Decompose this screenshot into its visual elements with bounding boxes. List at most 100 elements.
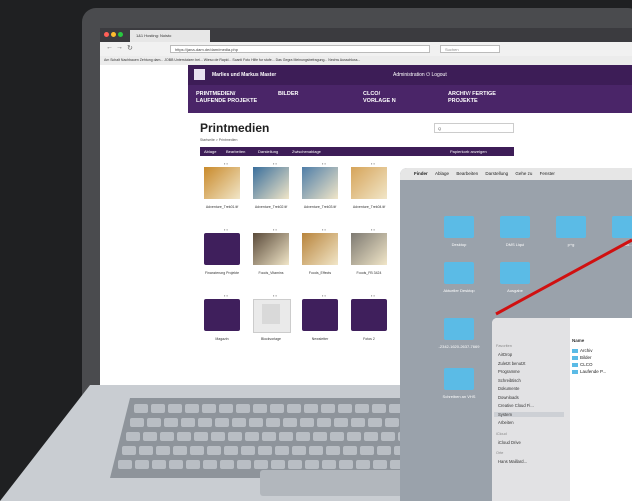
key	[181, 418, 195, 427]
browser-search-input[interactable]: Suchen	[440, 45, 500, 53]
key	[279, 432, 293, 441]
key	[262, 432, 276, 441]
nav-archiv[interactable]: ARCHIV/ FERTIGE PROJEKTE	[448, 91, 496, 105]
url-input[interactable]: https://jana-dam.de/dam/media.php	[170, 45, 430, 53]
key	[377, 446, 391, 455]
tile-caption: Newsletter	[311, 337, 329, 341]
key	[198, 418, 212, 427]
media-tile[interactable]: ▪ ▪ Adventure_Trek02.tif	[251, 161, 291, 215]
key	[309, 446, 323, 455]
key	[245, 432, 259, 441]
key	[151, 404, 165, 413]
tile-actions-icon[interactable]: ▪ ▪	[224, 227, 228, 232]
key	[317, 418, 331, 427]
toolbar-trash-toggle[interactable]: Papierkorb anzeigen	[450, 147, 487, 156]
toolbar-darstellung[interactable]: Darstellung	[258, 147, 278, 156]
key	[220, 460, 234, 469]
tile-caption: Adventure_Trek04.tif	[352, 205, 386, 209]
key	[207, 446, 221, 455]
key	[236, 404, 250, 413]
tile-actions-icon[interactable]: ▪ ▪	[322, 293, 326, 298]
forward-arrow-icon[interactable]: →	[116, 44, 123, 51]
bookmarks-bar[interactable]: Am Schalt Nachbauen Zehtung dam... JOBB …	[100, 56, 632, 65]
key	[326, 446, 340, 455]
close-icon[interactable]	[104, 32, 109, 37]
tile-caption: Adventure_Trek03.tif	[303, 205, 337, 209]
url-bar-row: ← → ↻ https://jana-dam.de/dam/media.php …	[100, 42, 632, 57]
key	[385, 418, 399, 427]
media-tile[interactable]: ▪ ▪ Foods_Effects	[300, 227, 340, 281]
media-tile[interactable]: ▪ ▪ Adventure_Trek01.tif	[202, 161, 242, 215]
key	[287, 404, 301, 413]
key	[177, 432, 191, 441]
tile-actions-icon[interactable]: ▪ ▪	[322, 227, 326, 232]
tile-actions-icon[interactable]: ▪ ▪	[273, 293, 277, 298]
back-arrow-icon[interactable]: ←	[106, 44, 113, 51]
toolbar-bearbeiten[interactable]: Bearbeiten	[226, 147, 245, 156]
header-right: Administration ⏻ Logout	[393, 72, 447, 78]
key	[351, 418, 365, 427]
tile-caption: Adventure_Trek02.tif	[254, 205, 288, 209]
tile-actions-icon[interactable]: ▪ ▪	[371, 161, 375, 166]
key	[343, 446, 357, 455]
key	[211, 432, 225, 441]
key	[364, 432, 378, 441]
tile-caption: Foods_FB 3424	[356, 271, 382, 275]
media-tile[interactable]: ▪ ▪ Finanzierung Projekte	[202, 227, 242, 281]
toolbar-zwischenablage[interactable]: Zwischenablage	[292, 147, 321, 156]
tile-caption: Adventure_Trek01.tif	[205, 205, 239, 209]
media-tile[interactable]: ▪ ▪ Foods_FB 3424	[349, 227, 389, 281]
tile-actions-icon[interactable]: ▪ ▪	[273, 227, 277, 232]
key	[215, 418, 229, 427]
key	[356, 460, 370, 469]
key	[241, 446, 255, 455]
media-tile[interactable]: ▪ ▪ Fotos 2	[349, 293, 389, 347]
admin-link[interactable]: Administration	[393, 72, 425, 78]
folder-icon	[351, 299, 387, 331]
media-tile[interactable]: ▪ ▪ Magazin	[202, 293, 242, 347]
main-nav: PRINTMEDIEN/ LAUFENDE PROJEKTE BILDER CL…	[188, 85, 632, 113]
maximize-icon[interactable]	[118, 32, 123, 37]
tile-actions-icon[interactable]: ▪ ▪	[322, 161, 326, 166]
image-thumbnail	[302, 233, 338, 265]
nav-bilder[interactable]: BILDER	[278, 91, 298, 98]
nav-printmedien[interactable]: PRINTMEDIEN/ LAUFENDE PROJEKTE	[196, 91, 257, 105]
media-tile[interactable]: ▪ ▪ Adventure_Trek04.tif	[349, 161, 389, 215]
breadcrumb[interactable]: Startseite > Printmedien	[200, 138, 237, 142]
key	[347, 432, 361, 441]
key	[373, 460, 387, 469]
key	[266, 418, 280, 427]
key	[313, 432, 327, 441]
media-tile[interactable]: ▪ ▪ Newsletter	[300, 293, 340, 347]
tile-actions-icon[interactable]: ▪ ▪	[224, 293, 228, 298]
tile-actions-icon[interactable]: ▪ ▪	[273, 161, 277, 166]
tile-actions-icon[interactable]: ▪ ▪	[224, 161, 228, 166]
browser-tab[interactable]: 1&1 Hosting: Noisto	[130, 30, 210, 42]
key	[139, 446, 153, 455]
key	[169, 460, 183, 469]
tile-caption: Fotos 2	[363, 337, 375, 341]
media-tile[interactable]: ▪ ▪ Foods_Vitamins	[251, 227, 291, 281]
media-tile[interactable]: ▪ ▪ Adventure_Trek03.tif	[300, 161, 340, 215]
key	[228, 432, 242, 441]
tile-actions-icon[interactable]: ▪ ▪	[371, 293, 375, 298]
document-thumbnail	[253, 299, 291, 333]
reload-icon[interactable]: ↻	[127, 44, 133, 52]
user-name: Marlies und Markus Master	[212, 72, 277, 78]
key	[271, 460, 285, 469]
minimize-icon[interactable]	[111, 32, 116, 37]
key	[118, 460, 132, 469]
page-search-input[interactable]: Q	[434, 123, 514, 133]
key	[135, 460, 149, 469]
toolbar-ablage[interactable]: Ablage	[204, 147, 216, 156]
document-page	[262, 304, 280, 324]
tile-actions-icon[interactable]: ▪ ▪	[371, 227, 375, 232]
site-logo[interactable]	[194, 69, 205, 80]
key	[194, 432, 208, 441]
key	[185, 404, 199, 413]
nav-clco[interactable]: CLCO/ VORLAGE N	[363, 91, 396, 105]
logout-link[interactable]: Logout	[431, 72, 446, 78]
key	[122, 446, 136, 455]
media-tile[interactable]: ▪ ▪ Blockvorlage	[251, 293, 291, 347]
page-title: Printmedien	[200, 121, 270, 135]
